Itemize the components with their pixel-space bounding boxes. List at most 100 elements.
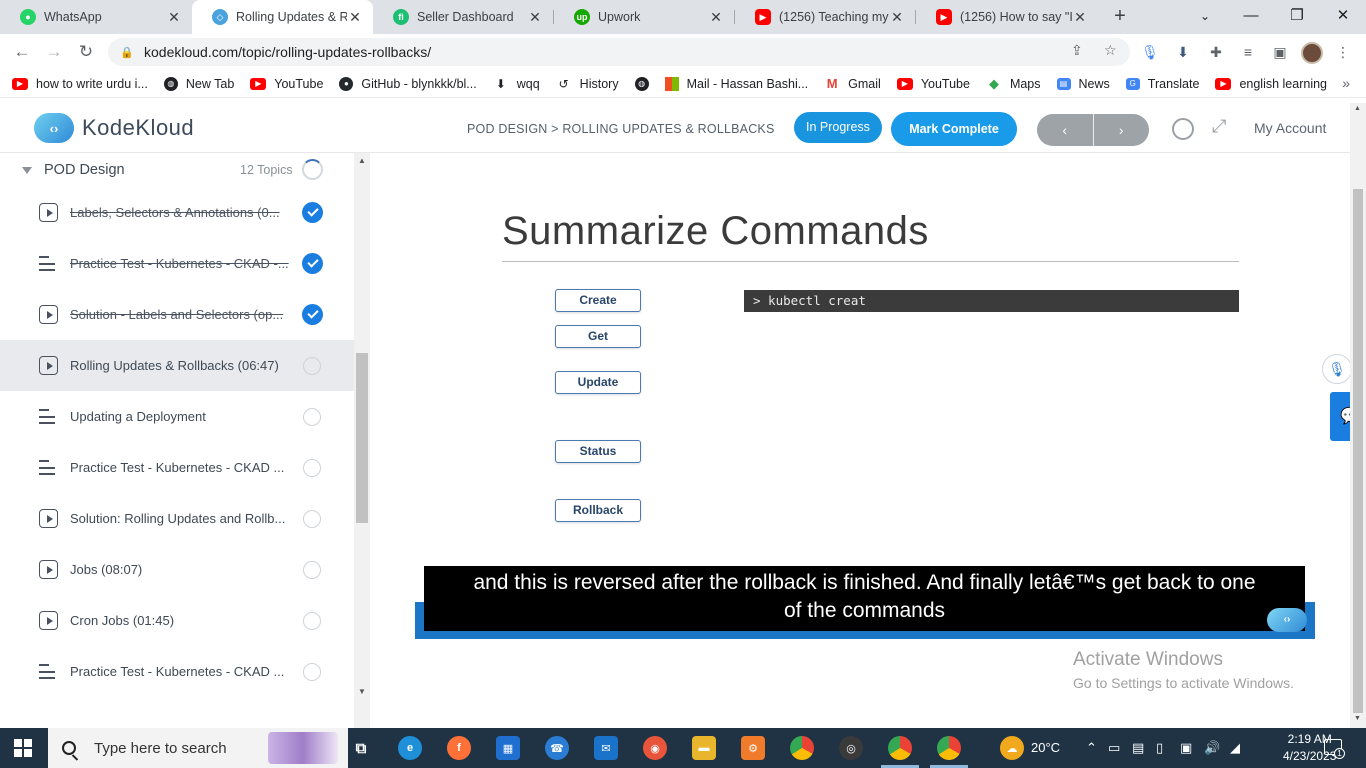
menu-kebab-icon[interactable]: ⋮ <box>1333 42 1353 62</box>
share-icon[interactable]: ⇪ <box>1071 42 1083 59</box>
search-placeholder[interactable]: Type here to search <box>94 740 227 757</box>
sidebar-lesson-item[interactable]: Solution - Labels and Selectors (op... <box>0 289 354 340</box>
incomplete-circle-icon[interactable] <box>303 459 321 477</box>
browser-tab[interactable]: up Upwork ✕ <box>554 0 734 34</box>
scroll-down-arrow-icon[interactable]: ▼ <box>1354 715 1361 722</box>
voice-extension-icon[interactable]: 🎙 <box>1140 42 1160 62</box>
firefox-icon[interactable]: f <box>447 736 471 760</box>
incomplete-circle-icon[interactable] <box>303 663 321 681</box>
browser-tab-active[interactable]: ◇ Rolling Updates & Rol ✕ <box>192 0 373 34</box>
incomplete-circle-icon[interactable] <box>303 357 321 375</box>
settings-gear-icon[interactable]: ⚙ <box>741 736 765 760</box>
forward-icon[interactable]: → <box>42 40 66 64</box>
edge-icon[interactable]: e <box>398 736 422 760</box>
app-icon[interactable]: ◉ <box>643 736 667 760</box>
url-text[interactable]: kodekloud.com/topic/rolling-updates-roll… <box>144 44 431 60</box>
incomplete-circle-icon[interactable] <box>303 561 321 579</box>
close-icon[interactable]: ✕ <box>347 9 363 26</box>
bookmark-item[interactable]: Mail - Hassan Bashi... <box>664 76 808 91</box>
sidebar-lesson-item[interactable]: Solution: Rolling Updates and Rollb... <box>0 493 354 544</box>
bookmark-item[interactable]: ◍ <box>634 76 649 91</box>
bookmark-item[interactable]: ▶ how to write urdu i... <box>12 77 148 91</box>
window-close-icon[interactable]: ✕ <box>1320 0 1366 34</box>
bookmark-item[interactable]: ◆ Maps <box>986 76 1041 91</box>
browser-tab[interactable]: fi Seller Dashboard ✕ <box>373 0 553 34</box>
bookmark-item[interactable]: ↺ History <box>556 77 619 91</box>
windows-start-icon[interactable] <box>14 739 32 757</box>
media-control-icon[interactable]: ≡ <box>1238 42 1258 62</box>
bookmark-item[interactable]: ▶ YouTube <box>896 77 970 91</box>
phone-link-icon[interactable]: ☎ <box>545 736 569 760</box>
breadcrumb[interactable]: POD DESIGN > ROLLING UPDATES & ROLLBACKS <box>467 122 775 136</box>
bookmark-item[interactable]: ● GitHub - blynkkk/bl... <box>339 76 477 91</box>
temperature-text[interactable]: 20°C <box>1031 740 1060 755</box>
browser-tab[interactable]: ● WhatsApp ✕ <box>0 0 192 34</box>
scroll-up-arrow-icon[interactable]: ▲ <box>358 156 366 165</box>
chrome-icon[interactable] <box>790 736 814 760</box>
restore-icon[interactable]: ❐ <box>1274 0 1320 34</box>
sidebar-scroll-thumb[interactable] <box>356 353 368 523</box>
incomplete-circle-icon[interactable] <box>303 612 321 630</box>
sidebar-lesson-item[interactable]: Labels, Selectors & Annotations (0... <box>0 187 354 238</box>
profile-avatar[interactable] <box>1301 42 1323 64</box>
completed-check-icon[interactable] <box>302 253 323 274</box>
chrome-profile-icon[interactable] <box>937 736 961 760</box>
scroll-up-arrow-icon[interactable]: ▲ <box>1354 105 1361 112</box>
reload-icon[interactable]: ↻ <box>74 40 98 64</box>
new-tab-icon[interactable]: + <box>1109 4 1131 30</box>
completed-check-icon[interactable] <box>302 202 323 223</box>
bookmark-item[interactable]: ▶ english learning <box>1215 77 1327 91</box>
sidebar-lesson-item[interactable]: Cron Jobs (01:45) <box>0 595 354 646</box>
back-icon[interactable]: ← <box>10 40 34 64</box>
network-device-icon[interactable]: ▤ <box>1132 740 1144 756</box>
lock-icon[interactable]: 🔒 <box>120 46 134 59</box>
video-player[interactable]: Summarize Commands Create Get Update Sta… <box>370 153 1350 728</box>
close-icon[interactable]: ✕ <box>708 9 724 26</box>
dark-mode-icon[interactable] <box>1172 118 1194 140</box>
page-scrollbar[interactable]: ▲ ▼ <box>1350 103 1366 728</box>
sidebar-lesson-item[interactable]: Updating a Deployment <box>0 391 354 442</box>
wifi-icon[interactable]: ◢ <box>1230 740 1240 756</box>
sidebar-lesson-item[interactable]: Practice Test - Kubernetes - CKAD ... <box>0 442 354 493</box>
kodekloud-logo[interactable]: ‹› KodeKloud <box>34 113 194 143</box>
bookmark-item[interactable]: ▤ News <box>1056 77 1110 91</box>
browser-tab[interactable]: ▶ (1256) How to say "I d ✕ <box>916 0 1098 34</box>
mail-icon[interactable]: ✉ <box>594 736 618 760</box>
tab-search-icon[interactable]: ⌄ <box>1182 0 1228 34</box>
collapse-triangle-icon[interactable] <box>22 166 32 174</box>
address-bar[interactable]: 🔒 kodekloud.com/topic/rolling-updates-ro… <box>108 38 1130 66</box>
section-header-pod-design[interactable]: POD Design 12 Topics <box>0 153 354 187</box>
store-icon[interactable]: ▦ <box>496 736 520 760</box>
chat-bubble-icon[interactable]: 💬 <box>1330 392 1350 441</box>
scroll-down-arrow-icon[interactable]: ▼ <box>358 687 366 696</box>
incomplete-circle-icon[interactable] <box>303 408 321 426</box>
show-hidden-icons-icon[interactable]: ⌃ <box>1086 740 1097 756</box>
sidebar-scrollbar[interactable]: ▲ ▼ <box>354 153 370 728</box>
file-explorer-icon[interactable]: ▬ <box>692 736 716 760</box>
display-icon[interactable]: ▣ <box>1180 740 1192 756</box>
chrome-icon[interactable] <box>888 736 912 760</box>
microphone-icon[interactable]: 🎙 <box>1322 354 1350 384</box>
battery-icon[interactable]: ▭ <box>1108 740 1120 756</box>
in-progress-button[interactable]: In Progress <box>794 112 882 143</box>
bookmark-item[interactable]: M Gmail <box>824 76 881 91</box>
previous-lesson-button[interactable]: ‹ <box>1037 114 1093 146</box>
my-account-link[interactable]: My Account <box>1254 120 1326 136</box>
usb-icon[interactable]: ▯ <box>1156 740 1163 756</box>
browser-tab[interactable]: ▶ (1256) Teaching my W ✕ <box>735 0 915 34</box>
close-icon[interactable]: ✕ <box>889 9 905 26</box>
taskbar-search-box[interactable]: Type here to search <box>48 728 348 768</box>
close-icon[interactable]: ✕ <box>166 9 182 26</box>
bookmark-item[interactable]: G Translate <box>1125 77 1199 91</box>
side-panel-icon[interactable]: ▣ <box>1270 42 1290 62</box>
bookmark-item[interactable]: ⬇ wqq <box>493 77 540 91</box>
weather-icon[interactable]: ☁ <box>1000 736 1024 760</box>
fullscreen-icon[interactable]: ⤢ <box>1212 116 1226 137</box>
page-scroll-thumb[interactable] <box>1353 189 1363 713</box>
incomplete-circle-icon[interactable] <box>303 510 321 528</box>
next-lesson-button[interactable]: › <box>1094 114 1150 146</box>
camera-icon[interactable]: ◎ <box>839 736 863 760</box>
sidebar-lesson-item[interactable]: Rolling Updates & Rollbacks (06:47) <box>0 340 354 391</box>
task-view-icon[interactable]: ⧉ <box>349 736 373 760</box>
volume-icon[interactable]: 🔊 <box>1204 740 1220 756</box>
